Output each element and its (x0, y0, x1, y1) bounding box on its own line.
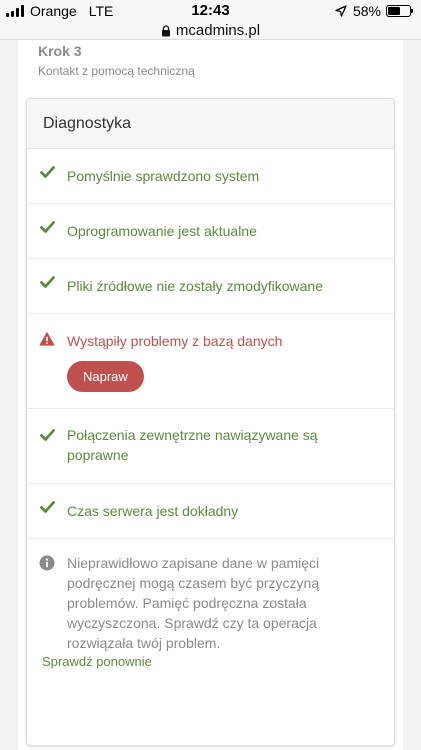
cache-info: Nieprawidłowo zapisane dane w pamięci po… (27, 539, 394, 653)
check-icon (39, 276, 55, 288)
diagnostic-text: Połączenia zewnętrzne nawiązywane są pop… (67, 427, 318, 463)
step-header: Krok 3 Kontakt z pomocą techniczną (18, 40, 403, 78)
lock-icon (161, 24, 170, 36)
battery-icon (386, 5, 413, 17)
diagnostics-card: Diagnostyka Pomyślnie sprawdzono system … (26, 98, 395, 746)
diagnostic-item-source-files: Pliki źródłowe nie zostały zmodyfikowane (27, 259, 394, 314)
info-text: Nieprawidłowo zapisane dane w pamięci po… (67, 555, 320, 651)
diagnostic-item-database: Wystąpiły problemy z bazą danych Napraw (27, 314, 394, 409)
diagnostic-item-server-time: Czas serwera jest dokładny (27, 484, 394, 539)
fix-button[interactable]: Napraw (67, 361, 144, 392)
battery-percent: 58% (352, 3, 381, 19)
diagnostic-text: Oprogramowanie jest aktualne (67, 223, 257, 239)
status-bar: Orange LTE 12:43 58% (0, 0, 421, 22)
diagnostic-text: Wystąpiły problemy z bazą danych (67, 333, 283, 349)
diagnostic-item-connections: Połączenia zewnętrzne nawiązywane są pop… (27, 409, 394, 484)
check-icon (39, 501, 55, 513)
location-arrow-icon (335, 5, 347, 17)
card-title: Diagnostyka (27, 99, 394, 149)
info-icon (39, 555, 55, 571)
step-title: Krok 3 (38, 43, 82, 59)
warning-icon (39, 332, 55, 346)
check-icon (39, 166, 55, 178)
diagnostic-item-system: Pomyślnie sprawdzono system (27, 149, 394, 204)
step-subtitle: Kontakt z pomocą techniczną (38, 64, 195, 78)
diagnostic-item-software: Oprogramowanie jest aktualne (27, 204, 394, 259)
url-text: mcadmins.pl (175, 22, 261, 39)
diagnostic-text: Pliki źródłowe nie zostały zmodyfikowane (67, 278, 323, 294)
diagnostic-text: Pomyślnie sprawdzono system (67, 168, 260, 184)
page-content: Krok 3 Kontakt z pomocą techniczną Diagn… (18, 40, 403, 750)
check-icon (39, 221, 55, 233)
address-bar[interactable]: mcadmins.pl (0, 22, 421, 40)
check-icon (39, 429, 55, 441)
diagnostic-text: Czas serwera jest dokładny (67, 503, 239, 519)
recheck-link[interactable]: Sprawdź ponownie (42, 654, 152, 669)
